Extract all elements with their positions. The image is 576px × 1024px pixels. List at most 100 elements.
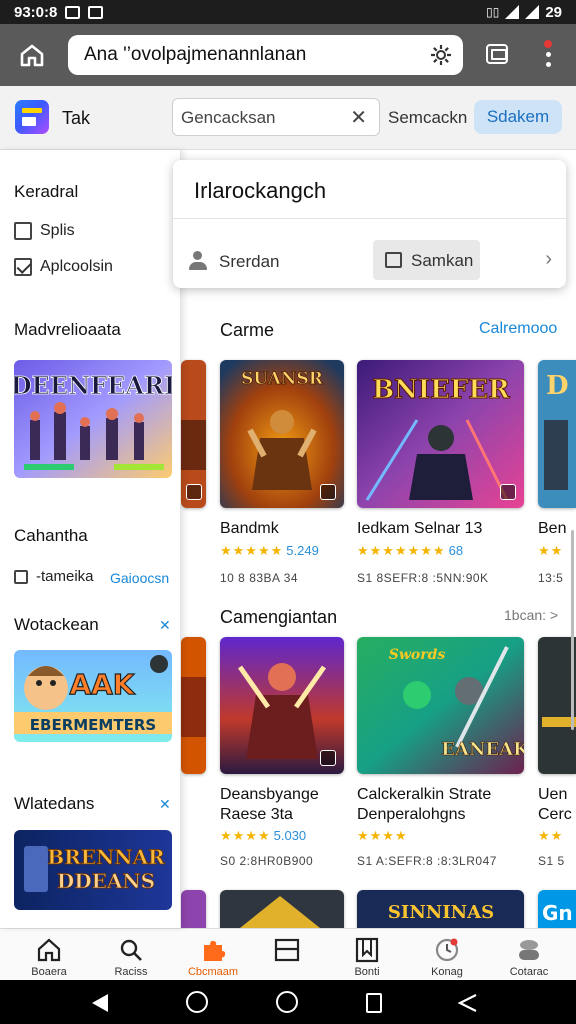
checked-checkbox-icon bbox=[14, 258, 32, 276]
close-icon[interactable]: ✕ bbox=[159, 617, 171, 634]
game-title[interactable]: Iedkam Selnar 13 bbox=[357, 520, 482, 538]
svg-text:DEENFEARI: DEENFEARI bbox=[14, 371, 172, 400]
share-icon[interactable] bbox=[456, 992, 480, 1014]
header-link[interactable]: Semcackn bbox=[388, 108, 467, 128]
game-title[interactable]: Ben bbox=[538, 520, 566, 538]
chevron-right-icon[interactable]: › bbox=[545, 248, 552, 271]
nav-history[interactable]: Konag bbox=[406, 929, 488, 981]
rating-stars: ★★★★★ bbox=[220, 543, 284, 558]
rating-stars: ★★ bbox=[538, 828, 564, 843]
nav-games[interactable]: Cbcmaam bbox=[172, 929, 254, 981]
game-tile-partial[interactable] bbox=[181, 890, 206, 928]
nav-label: Raciss bbox=[114, 966, 148, 978]
game-tile[interactable]: BNIEFER bbox=[357, 360, 524, 508]
channel-filter-label: -tameika bbox=[36, 568, 94, 585]
svg-text:AAK: AAK bbox=[69, 668, 135, 701]
signal-icon bbox=[525, 5, 540, 19]
game-meta: 13:5 bbox=[538, 571, 564, 585]
channel-filter[interactable]: -tameika bbox=[14, 568, 94, 585]
search-input[interactable]: Gencacksan ✕ bbox=[172, 98, 380, 136]
user-icon bbox=[187, 251, 209, 271]
photo-notification-icon bbox=[65, 5, 81, 19]
nav-home[interactable]: Boaera bbox=[8, 929, 90, 981]
section-see-all-link[interactable]: 1bcan: > bbox=[504, 607, 558, 623]
nav-label: Cotarac bbox=[509, 966, 549, 978]
rating-stars: ★★ bbox=[538, 543, 564, 558]
nav-window[interactable] bbox=[246, 929, 328, 981]
sidebar-heading-channels: Cahantha bbox=[14, 526, 88, 545]
nav-profile[interactable]: Cotarac bbox=[488, 929, 570, 981]
rating-count: 5.249 bbox=[286, 543, 319, 558]
game-subtitle: Raese 3ta bbox=[220, 806, 293, 823]
home-circle-icon[interactable] bbox=[276, 991, 298, 1013]
overflow-menu-button[interactable] bbox=[540, 40, 556, 70]
header-button[interactable]: Sdakem bbox=[474, 100, 562, 134]
filter-checkbox-2[interactable]: Aplcoolsin bbox=[14, 258, 113, 276]
svg-text:EANEAK: EANEAK bbox=[441, 739, 524, 760]
bookmark-icon bbox=[186, 484, 202, 500]
back-icon[interactable] bbox=[92, 994, 108, 1012]
address-bar[interactable]: Ana '’ovolpajmenannlanan bbox=[68, 35, 463, 75]
recents-icon[interactable] bbox=[366, 993, 382, 1013]
clear-icon[interactable]: ✕ bbox=[350, 105, 367, 130]
scrollbar[interactable] bbox=[571, 530, 574, 730]
app-logo-icon[interactable] bbox=[15, 100, 49, 134]
close-icon[interactable]: ✕ bbox=[159, 796, 171, 813]
nav-label: Bonti bbox=[354, 966, 380, 978]
rating-stars: ★★★★ bbox=[220, 828, 271, 843]
nav-label: Konag bbox=[431, 966, 463, 978]
section-title: Camengiantan bbox=[220, 607, 338, 627]
channel-filter-link[interactable]: Gaioocsn bbox=[110, 570, 169, 586]
game-rating: ★★ bbox=[538, 828, 563, 844]
game-tile[interactable]: SINNINAS bbox=[357, 890, 524, 928]
game-meta: 10 8 83BA 34 bbox=[220, 571, 299, 585]
nav-search[interactable]: Raciss bbox=[90, 929, 172, 981]
game-tile-partial[interactable]: Gn bbox=[538, 890, 576, 928]
game-title[interactable]: Bandmk bbox=[220, 520, 279, 538]
game-tile[interactable]: Swords EANEAK bbox=[357, 637, 524, 774]
wifi-icon bbox=[505, 5, 520, 19]
sidebar-heading-featured: Madvrelioaata bbox=[14, 320, 121, 339]
featured-game-art[interactable]: DEENFEARI bbox=[14, 360, 172, 478]
bookmark-icon bbox=[500, 484, 516, 500]
game-subtitle: Cerc bbox=[538, 806, 572, 823]
message-notification-icon bbox=[88, 5, 104, 19]
watch-game-art[interactable]: AAK EBERMEMTERS bbox=[14, 650, 172, 742]
rating-stars: ★★★★★★★ bbox=[357, 543, 446, 558]
browser-toolbar: Ana '’ovolpajmenannlanan bbox=[0, 24, 576, 86]
vibrate-icon: ▯▯ bbox=[486, 5, 500, 19]
tabs-button[interactable] bbox=[486, 44, 508, 64]
game-title[interactable]: Deansbyange bbox=[220, 786, 319, 804]
filter-checkbox-1[interactable]: Splis bbox=[14, 222, 75, 240]
account-dropdown: Irlarockangch Srerdan Samkan › bbox=[173, 160, 566, 288]
home-icon bbox=[20, 44, 44, 67]
game-tile[interactable] bbox=[220, 890, 344, 928]
dropdown-user-name[interactable]: Srerdan bbox=[219, 252, 279, 272]
assistant-icon[interactable] bbox=[186, 991, 208, 1013]
game-tile[interactable] bbox=[220, 637, 344, 774]
checkbox-label: Aplcoolsin bbox=[40, 258, 113, 275]
game-meta: S0 2:8HR0B900 bbox=[220, 854, 314, 868]
game-meta: S1 A:SEFR:8 :8:3LR047 bbox=[357, 854, 497, 868]
game-tile-partial[interactable] bbox=[181, 360, 206, 508]
game-tile-partial[interactable]: D bbox=[538, 360, 576, 508]
profile-icon bbox=[519, 940, 539, 960]
sidebar: Keradral Splis Aplcoolsin Madvrelioaata … bbox=[0, 150, 181, 928]
svg-text:Swords: Swords bbox=[389, 647, 446, 663]
game-title[interactable]: Calckeralkin Strate bbox=[357, 786, 491, 804]
address-text: Ana '’ovolpajmenannlanan bbox=[84, 44, 307, 65]
home-button[interactable] bbox=[12, 35, 52, 75]
section-see-all-link[interactable]: Calremooo bbox=[479, 320, 557, 338]
nav-library[interactable]: Bonti bbox=[326, 929, 408, 981]
game-meta: S1 5 bbox=[538, 854, 565, 868]
game-tile[interactable]: SUANSR bbox=[220, 360, 344, 508]
divider bbox=[173, 218, 566, 219]
wanted-game-art[interactable]: BRENNAR DDEANS bbox=[14, 830, 172, 910]
svg-text:BNIEFER: BNIEFER bbox=[372, 375, 510, 405]
window-icon bbox=[385, 252, 402, 268]
status-time: 93:0:8 bbox=[14, 3, 58, 21]
settings-gear-icon[interactable] bbox=[429, 43, 453, 67]
game-tile-partial[interactable] bbox=[181, 637, 206, 774]
game-title[interactable]: Uen bbox=[538, 786, 567, 804]
dropdown-button[interactable]: Samkan bbox=[373, 240, 480, 280]
